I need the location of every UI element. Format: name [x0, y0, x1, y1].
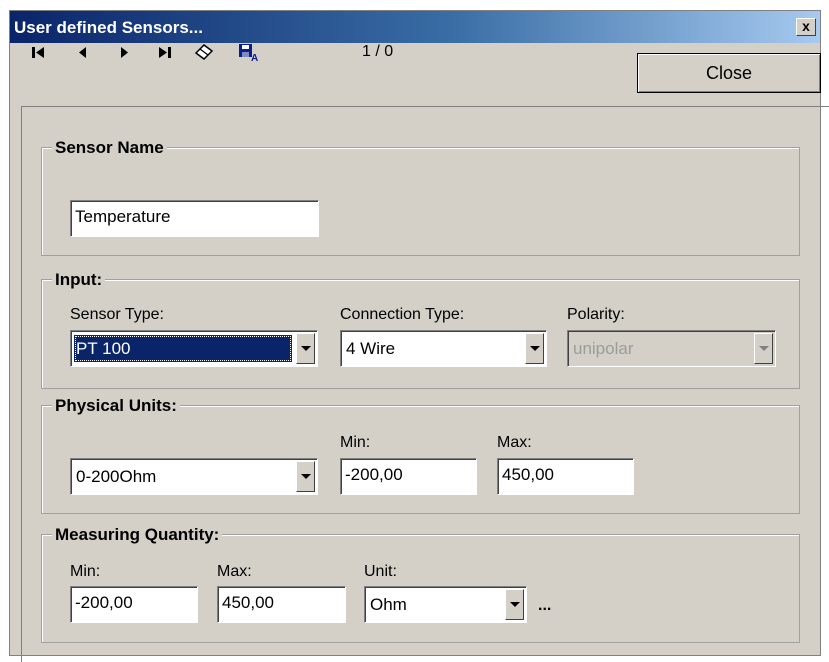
physical-range-value: 0-200Ohm	[76, 467, 157, 486]
physical-range-select[interactable]: 0-200Ohm	[70, 458, 318, 495]
measuring-quantity-legend: Measuring Quantity:	[52, 525, 223, 545]
window-close-button[interactable]: x	[796, 18, 816, 36]
next-record-icon[interactable]	[114, 42, 134, 62]
polarity-select: unipolar	[567, 330, 776, 367]
unit-label: Unit:	[364, 563, 397, 580]
window-title: User defined Sensors...	[14, 18, 203, 37]
svg-text:A: A	[251, 53, 258, 62]
physical-min-input[interactable]: -200,00	[340, 458, 477, 495]
physical-units-legend: Physical Units:	[52, 396, 180, 416]
sensor-name-group: Sensor Name Temperature	[41, 138, 800, 256]
close-button[interactable]: Close	[637, 53, 821, 93]
eraser-icon[interactable]	[194, 42, 214, 62]
measuring-quantity-group: Measuring Quantity: Min: -200,00 Max: 45…	[41, 525, 800, 643]
measure-min-label: Min:	[70, 563, 101, 580]
sensor-name-legend: Sensor Name	[52, 138, 167, 158]
measure-max-label: Max:	[217, 563, 252, 580]
sensor-type-label: Sensor Type:	[70, 306, 164, 323]
physical-max-label: Max:	[497, 434, 532, 451]
sensor-type-value: PT 100	[74, 335, 292, 362]
physical-min-label: Min:	[340, 434, 371, 451]
physical-max-input[interactable]: 450,00	[497, 458, 634, 495]
measure-max-input[interactable]: 450,00	[217, 586, 346, 623]
dialog-window: User defined Sensors... x A 1 / 0 Close …	[9, 10, 829, 662]
chevron-down-icon	[754, 333, 773, 364]
unit-value: Ohm	[370, 595, 407, 614]
input-legend: Input:	[52, 270, 106, 290]
polarity-label: Polarity:	[567, 306, 625, 323]
input-group: Input: Sensor Type: PT 100 Connection Ty…	[41, 270, 800, 389]
record-counter: 1 / 0	[362, 43, 394, 60]
title-bar[interactable]: User defined Sensors... x	[10, 11, 820, 43]
chevron-down-icon[interactable]	[296, 333, 315, 364]
measure-min-input[interactable]: -200,00	[70, 586, 198, 623]
chevron-down-icon[interactable]	[525, 333, 544, 364]
sensor-type-select[interactable]: PT 100	[70, 330, 318, 367]
last-record-icon[interactable]	[154, 42, 174, 62]
content-area: Sensor Name Temperature Input: Sensor Ty…	[21, 106, 829, 662]
more-button[interactable]: ...	[538, 597, 551, 615]
prev-record-icon[interactable]	[74, 42, 94, 62]
first-record-icon[interactable]	[30, 42, 50, 62]
connection-type-value: 4 Wire	[346, 339, 396, 358]
connection-type-select[interactable]: 4 Wire	[340, 330, 547, 367]
unit-select[interactable]: Ohm	[364, 586, 527, 623]
physical-units-group: Physical Units: 0-200Ohm Min: -200,00 Ma…	[41, 396, 800, 514]
close-button-label: Close	[705, 63, 753, 83]
sensor-name-input[interactable]: Temperature	[70, 200, 319, 237]
polarity-value: unipolar	[573, 339, 634, 358]
chevron-down-icon[interactable]	[296, 461, 315, 492]
connection-type-label: Connection Type:	[340, 306, 465, 323]
save-as-icon[interactable]: A	[238, 42, 258, 62]
chevron-down-icon[interactable]	[505, 589, 524, 620]
